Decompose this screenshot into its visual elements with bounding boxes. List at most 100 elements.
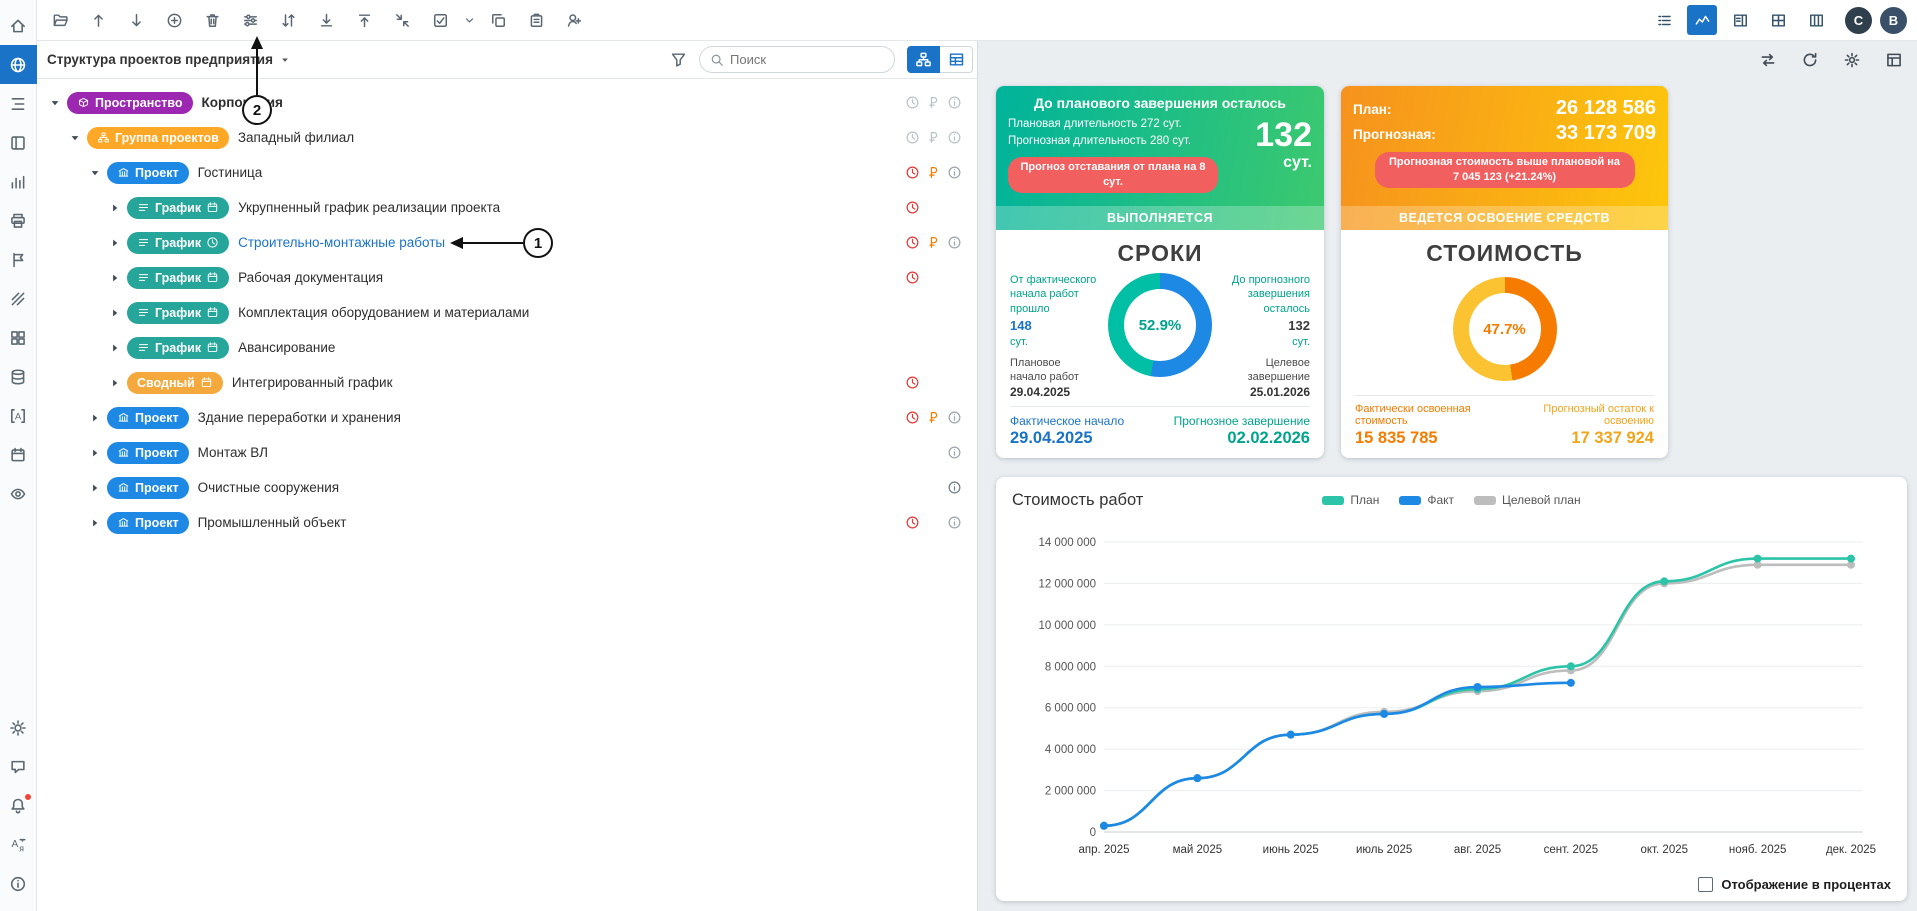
clock-status-icon [905,95,920,110]
caret-right-icon[interactable] [87,412,103,424]
rail-printer-icon[interactable] [0,201,37,240]
rail-brightness-icon[interactable] [0,708,37,747]
rail-text-block-icon[interactable]: A [0,396,37,435]
dashboard-settings-gear-button[interactable] [1843,51,1861,69]
caret-down-icon[interactable] [47,97,63,109]
structure-selector[interactable]: Структура проектов предприятия [47,52,290,67]
structure-panel-header: Структура проектов предприятия [37,41,977,79]
clock-mini-icon [206,236,219,249]
caret-down-icon[interactable] [87,167,103,179]
toolbar-paste-button[interactable] [517,2,555,38]
tree-row[interactable]: Проект Очистные сооружения [37,470,977,505]
toolbar-move-up-button[interactable] [79,2,117,38]
toolbar-filter-settings-button[interactable] [231,2,269,38]
rail-hatching-icon[interactable] [0,279,37,318]
toolbar-panel-grid-button[interactable] [1763,5,1793,35]
percent-checkbox[interactable] [1698,877,1714,892]
caret-right-icon[interactable] [107,342,123,354]
dashboard-swap-h-button[interactable] [1759,51,1777,69]
avatar-C[interactable]: C [1845,6,1872,34]
tree-view-toggle[interactable] [907,46,940,73]
filter-icon[interactable] [670,51,687,68]
rail-comments-icon[interactable] [0,747,37,786]
tree-row[interactable]: График Рабочая документация [37,260,977,295]
rail-globe-icon[interactable] [0,45,37,84]
left-rail: A Aя [0,0,37,911]
search-input[interactable] [730,52,884,67]
toolbar-add-button[interactable] [155,2,193,38]
caret-right-icon[interactable] [107,272,123,284]
rail-flag-icon[interactable] [0,240,37,279]
toolbar-open-folder-button[interactable] [41,2,79,38]
rail-eye-icon[interactable] [0,474,37,513]
caret-right-icon[interactable] [87,517,103,529]
toolbar-add-user-button[interactable] [555,2,593,38]
timing-status-bar: ВЫПОЛНЯЕТСЯ [996,206,1324,230]
tree-row[interactable]: График Строительно-монтажные работы [37,225,977,260]
rail-board-icon[interactable] [0,123,37,162]
badge-project: Проект [107,406,189,429]
rail-modules-icon[interactable] [0,318,37,357]
tree-row[interactable]: Группа проектов Западный филиал [37,120,977,155]
timing-section-title: СРОКИ [1117,240,1203,266]
rail-notifications-icon[interactable] [0,786,37,825]
forecast-duration: Прогнозная длительность 280 сут. [1008,134,1192,147]
toolbar-multi-select-button[interactable] [421,2,459,38]
rail-info-icon[interactable] [0,864,37,903]
toolbar-more-dropdown-button[interactable] [459,2,479,38]
toolbar-right-group: CB [1649,5,1907,35]
tree-row[interactable]: График Комплектация оборудованием и матер… [37,295,977,330]
toolbar-list-view-button[interactable] [1649,5,1679,35]
caret-down-icon[interactable] [67,132,83,144]
rail-calendar-icon[interactable] [0,435,37,474]
caret-right-icon[interactable] [107,377,123,389]
caret-right-icon[interactable] [87,447,103,459]
tree-row[interactable]: Сводный Интегрированный график [37,365,977,400]
caret-right-icon[interactable] [107,307,123,319]
toolbar-move-to-top-button[interactable] [345,2,383,38]
avatar-B[interactable]: B [1880,6,1907,34]
tree-row[interactable]: Проект Промышленный объект [37,505,977,540]
rail-outline-icon[interactable] [0,84,37,123]
cost-card-header: План: 26 128 586 Прогнозная: 33 173 709 … [1341,86,1668,230]
chart-legend: План Факт Целевой план [996,493,1907,507]
remaining-note: До прогнозного завершения осталось [1231,274,1310,315]
search-box[interactable] [699,46,895,73]
toolbar-move-down-button[interactable] [117,2,155,38]
tree-row[interactable]: Проект Здание переработки и хранения [37,400,977,435]
dashboard-layout-panel-button[interactable] [1885,51,1903,69]
avatar-group: CB [1845,6,1907,34]
tree-row[interactable]: Проект Гостиница [37,155,977,190]
caret-right-icon[interactable] [87,482,103,494]
toolbar-delete-button[interactable] [193,2,231,38]
tree-row-title[interactable]: Строительно-монтажные работы [238,235,445,250]
cost-card: План: 26 128 586 Прогнозная: 33 173 709 … [1341,86,1668,458]
rail-histogram-icon[interactable] [0,162,37,201]
forecast-cost-label: Прогнозная: [1353,127,1436,142]
tree-row[interactable]: Проект Монтаж ВЛ [37,435,977,470]
caret-right-icon[interactable] [107,237,123,249]
toolbar-analytics-view-button[interactable] [1687,5,1717,35]
toolbar-panel-right-button[interactable] [1725,5,1755,35]
rail-home-icon[interactable] [0,6,37,45]
toolbar-panel-columns-button[interactable] [1801,5,1831,35]
table-view-toggle[interactable] [940,46,973,73]
cost-status-bar: ВЕДЕТСЯ ОСВОЕНИЕ СРЕДСТВ [1341,206,1668,230]
tree-row[interactable]: Пространство Корпорация [37,85,977,120]
tree-row-title: Здание переработки и хранения [197,410,401,425]
rail-database-icon[interactable] [0,357,37,396]
rail-translate-icon[interactable]: Aя [0,825,37,864]
dashboard-refresh-button[interactable] [1801,51,1819,69]
percent-toggle[interactable]: Отображение в процентах [1698,877,1891,892]
caret-right-icon[interactable] [107,202,123,214]
toolbar-reorder-button[interactable] [269,2,307,38]
tree-row[interactable]: График Укрупненный график реализации прое… [37,190,977,225]
svg-text:нояб. 2025: нояб. 2025 [1729,844,1787,856]
clock-status-icon [905,270,920,285]
tree-row[interactable]: График Авансирование [37,330,977,365]
toolbar-copy-button[interactable] [479,2,517,38]
toolbar-move-to-bottom-button[interactable] [307,2,345,38]
app-window: A Aя CB Структура проектов предприятия Пр… [0,0,1917,911]
chevron-down-icon[interactable] [280,55,290,65]
toolbar-collapse-all-button[interactable] [383,2,421,38]
